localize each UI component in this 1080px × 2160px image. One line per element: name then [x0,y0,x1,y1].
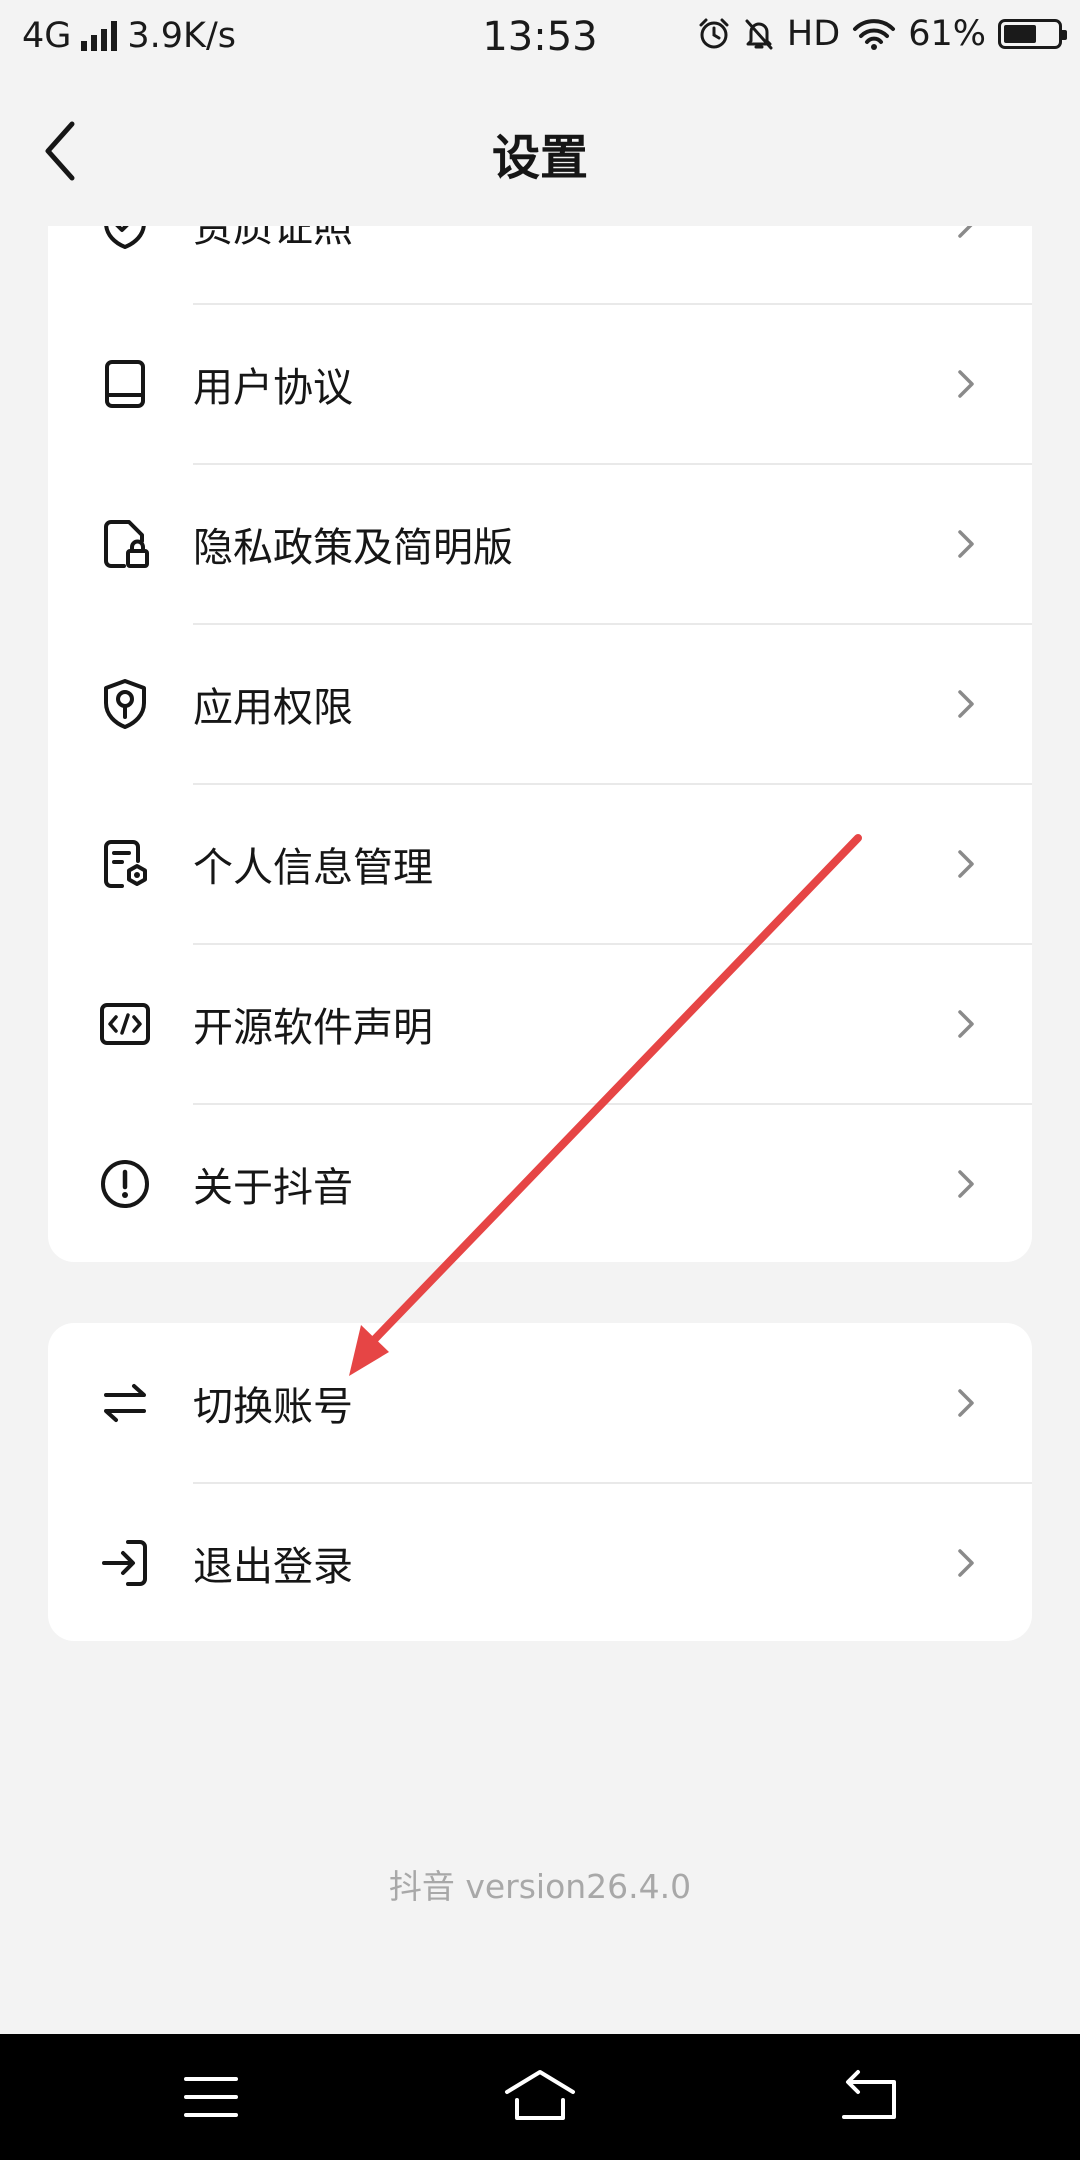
chevron-right-icon [958,1170,974,1198]
chevron-right-icon [958,226,973,238]
home-button[interactable] [485,2062,595,2132]
return-icon [842,2070,896,2119]
settings-item-label: 个人信息管理 [193,845,433,891]
file-gear-icon [104,840,147,888]
settings-item-label: 退出登录 [193,1544,353,1590]
settings-item-label: 开源软件声明 [193,1005,433,1051]
settings-item-open-source[interactable]: 开源软件声明 [48,944,1032,1104]
shield-key-icon [104,679,146,729]
settings-card-account: 切换账号 退出登录 [48,1323,1032,1641]
settings-item-personal-info[interactable]: 个人信息管理 [48,784,1032,944]
info-circle-icon [101,1160,149,1208]
chevron-right-icon [958,370,974,398]
network-type: 4G [22,16,72,56]
chevron-right-icon [958,1010,974,1038]
shield-check-icon [104,226,146,249]
mute-bell-icon [745,19,773,50]
home-icon [505,2070,575,2120]
network-speed: 3.9K/s [127,16,237,56]
settings-item-logout[interactable]: 退出登录 [48,1483,1032,1641]
chevron-right-icon [958,530,974,558]
chevron-right-icon [958,1549,974,1577]
settings-item-qualifications[interactable]: 资质证照 [48,226,1032,304]
back-nav-button[interactable] [814,2062,924,2132]
code-icon [100,1003,150,1045]
logout-icon [102,1540,147,1586]
settings-item-label: 用户协议 [193,365,353,411]
version-text: 抖音 version26.4.0 [388,1867,692,1906]
status-bar: 4G 3.9K/s 13:53 HD 61% [0,0,1080,76]
settings-item-privacy-policy[interactable]: 隐私政策及简明版 [48,464,1032,624]
signal-icon [81,21,118,51]
settings-item-app-permissions[interactable]: 应用权限 [48,624,1032,784]
chevron-right-icon [958,690,974,718]
settings-card-info: 资质证照 用户协议 隐私政策及简明版 应用权限 个人信息管理 开源软件声明 关于… [48,226,1032,1262]
file-lock-icon [104,520,149,568]
settings-item-about[interactable]: 关于抖音 [48,1104,1032,1262]
chevron-right-icon [958,850,974,878]
alarm-icon [699,18,729,49]
settings-item-label: 关于抖音 [193,1165,353,1211]
menu-icon [184,2077,238,2117]
settings-item-label: 应用权限 [193,685,353,731]
chevron-right-icon [958,1389,974,1417]
settings-item-switch-account[interactable]: 切换账号 [48,1323,1032,1483]
settings-item-user-agreement[interactable]: 用户协议 [48,304,1032,464]
system-nav-bar [0,2034,1080,2160]
hd-indicator: HD [786,14,841,54]
battery-icon [998,19,1067,49]
book-icon [105,360,145,408]
menu-button[interactable] [156,2062,266,2132]
battery-percent: 61% [908,14,986,54]
wifi-icon [853,19,896,50]
swap-arrows-icon [104,1384,146,1422]
settings-item-label: 资质证照 [193,226,353,251]
header: 设置 [0,76,1080,226]
settings-item-label: 切换账号 [193,1384,353,1430]
page-title: 设置 [491,130,588,186]
settings-item-label: 隐私政策及简明版 [193,525,513,571]
